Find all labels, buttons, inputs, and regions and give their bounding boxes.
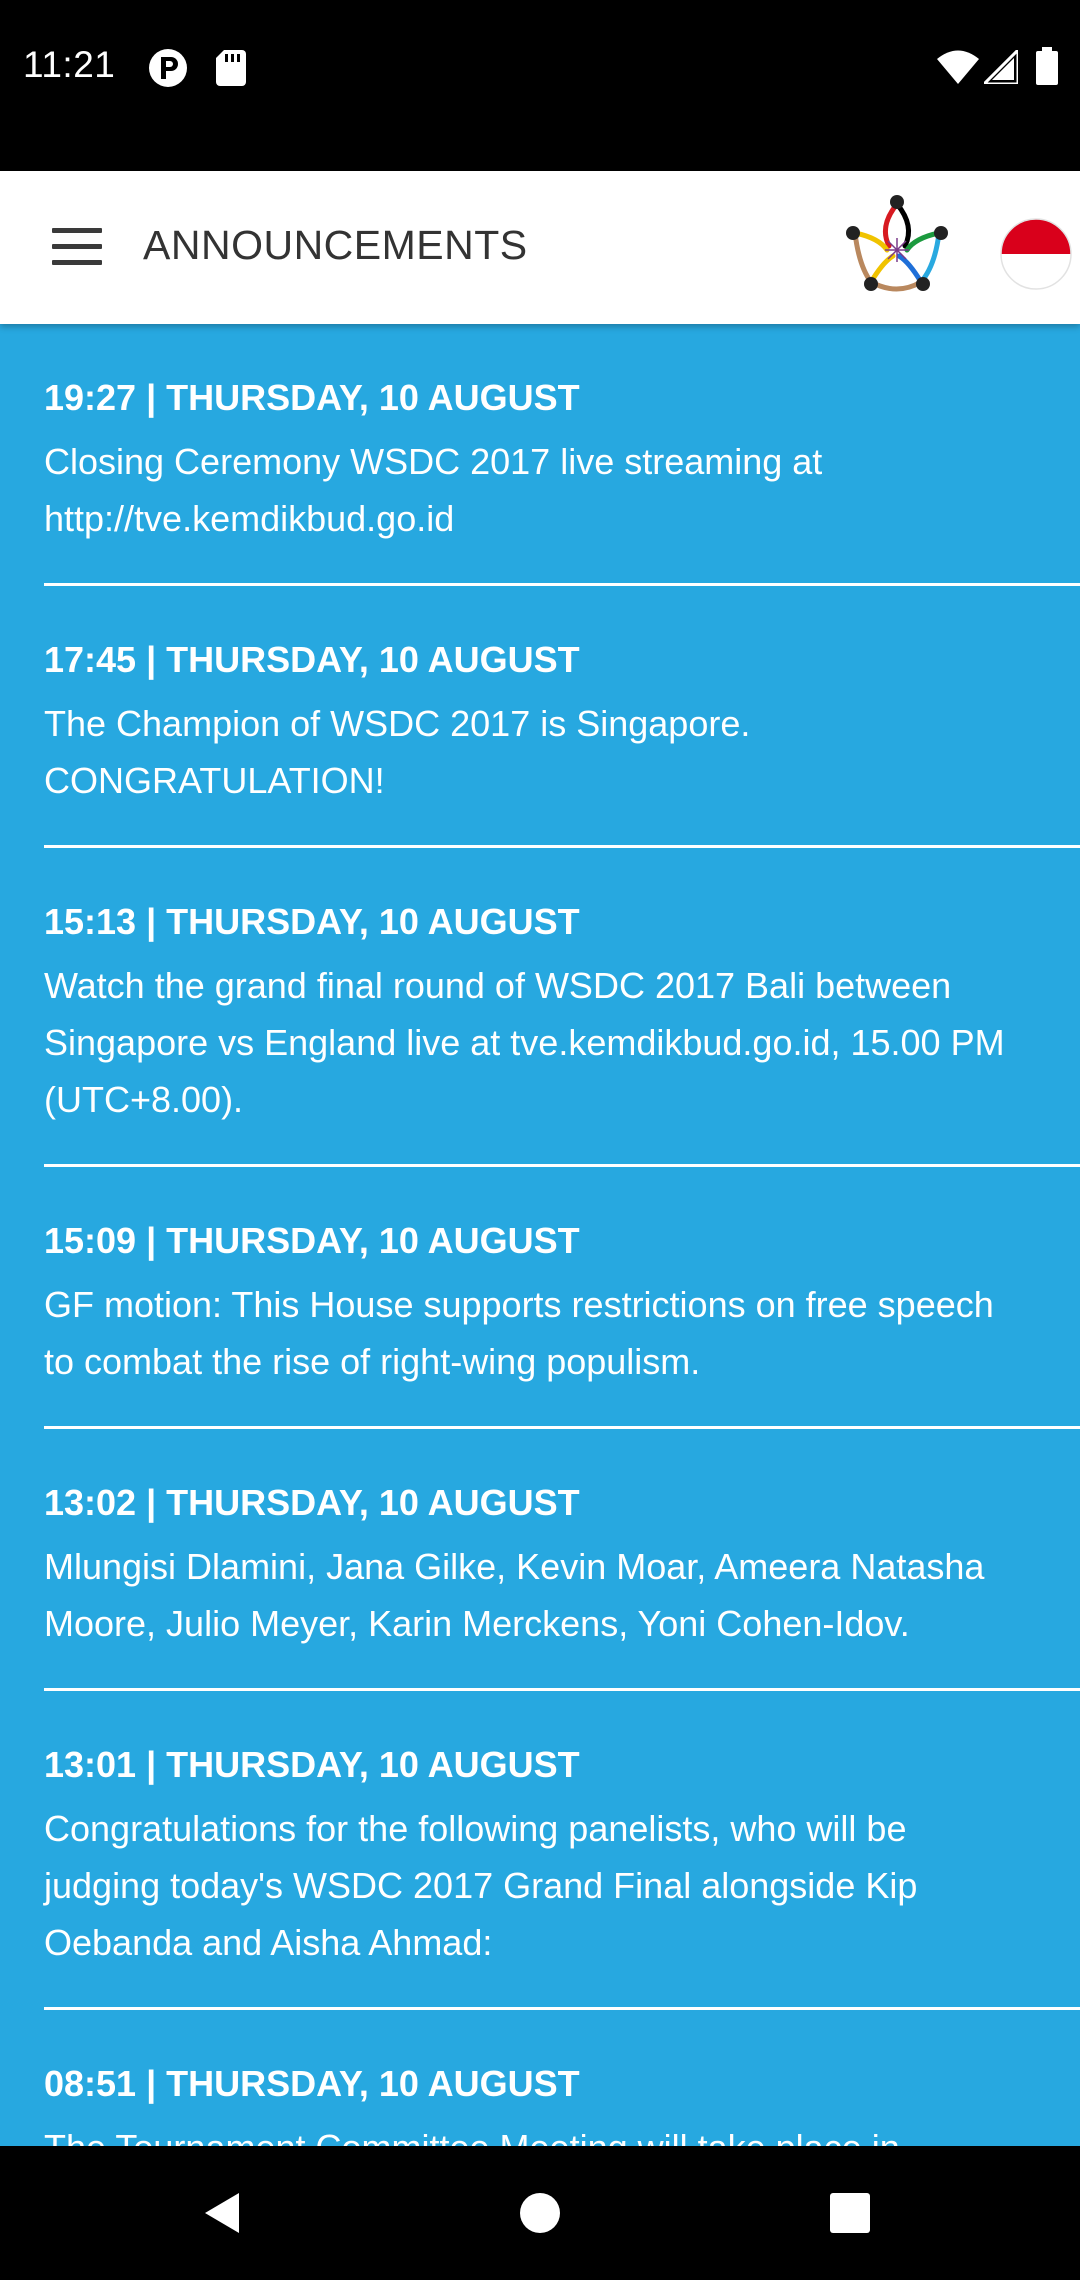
flower-logo-icon bbox=[846, 195, 948, 292]
home-icon[interactable] bbox=[508, 2181, 572, 2245]
status-bar: 11:21 bbox=[0, 0, 1080, 171]
page-title: ANNOUNCEMENTS bbox=[143, 222, 528, 268]
notification-p-icon bbox=[149, 49, 187, 87]
announcement-text: The Tournament Committee Meeting will ta… bbox=[44, 2119, 1080, 2146]
battery-icon bbox=[1036, 47, 1058, 85]
announcement-text: GF motion: This House supports restricti… bbox=[44, 1284, 994, 1382]
status-time: 11:21 bbox=[23, 44, 116, 85]
announcement-time: 08:51 | THURSDAY, 10 AUGUST bbox=[44, 2063, 580, 2104]
announcement-text: Closing Ceremony WSDC 2017 live streamin… bbox=[44, 441, 823, 539]
navigation-bar bbox=[0, 2146, 1080, 2280]
back-icon[interactable] bbox=[193, 2181, 257, 2245]
announcement-item[interactable]: 19:27 | THURSDAY, 10 AUGUST Closing Cere… bbox=[44, 324, 1080, 586]
announcement-text: Watch the grand final round of WSDC 2017… bbox=[44, 965, 1005, 1120]
announcement-text: Congratulations for the following paneli… bbox=[44, 1808, 918, 1963]
app-bar: ANNOUNCEMENTS bbox=[0, 171, 1080, 324]
announcement-item[interactable]: 17:45 | THURSDAY, 10 AUGUST The Champion… bbox=[44, 586, 1080, 848]
announcement-item[interactable]: 15:13 | THURSDAY, 10 AUGUST Watch the gr… bbox=[44, 848, 1080, 1167]
announcement-time: 17:45 | THURSDAY, 10 AUGUST bbox=[44, 639, 580, 680]
announcement-time: 19:27 | THURSDAY, 10 AUGUST bbox=[44, 377, 580, 418]
announcement-time: 15:09 | THURSDAY, 10 AUGUST bbox=[44, 1220, 580, 1261]
announcement-item[interactable]: 13:01 | THURSDAY, 10 AUGUST Congratulati… bbox=[44, 1691, 1080, 2010]
announcement-time: 13:02 | THURSDAY, 10 AUGUST bbox=[44, 1482, 580, 1523]
announcement-time: 15:13 | THURSDAY, 10 AUGUST bbox=[44, 901, 580, 942]
announcement-list[interactable]: 19:27 | THURSDAY, 10 AUGUST Closing Cere… bbox=[0, 324, 1080, 2146]
announcement-item[interactable]: 13:02 | THURSDAY, 10 AUGUST Mlungisi Dla… bbox=[44, 1429, 1080, 1691]
sd-card-icon bbox=[216, 50, 246, 86]
announcement-item[interactable]: 15:09 | THURSDAY, 10 AUGUST GF motion: T… bbox=[44, 1167, 1080, 1429]
announcement-item[interactable]: 08:51 | THURSDAY, 10 AUGUST The Tourname… bbox=[44, 2010, 1080, 2146]
announcement-text: Mlungisi Dlamini, Jana Gilke, Kevin Moar… bbox=[44, 1546, 985, 1644]
hamburger-menu-icon[interactable] bbox=[40, 215, 114, 279]
announcement-text: The Champion of WSDC 2017 is Singapore. … bbox=[44, 703, 751, 801]
recents-icon[interactable] bbox=[818, 2181, 882, 2245]
wifi-icon bbox=[937, 50, 979, 84]
indonesia-flag-icon[interactable] bbox=[1000, 218, 1072, 290]
announcement-time: 13:01 | THURSDAY, 10 AUGUST bbox=[44, 1744, 580, 1785]
signal-icon bbox=[984, 50, 1018, 84]
